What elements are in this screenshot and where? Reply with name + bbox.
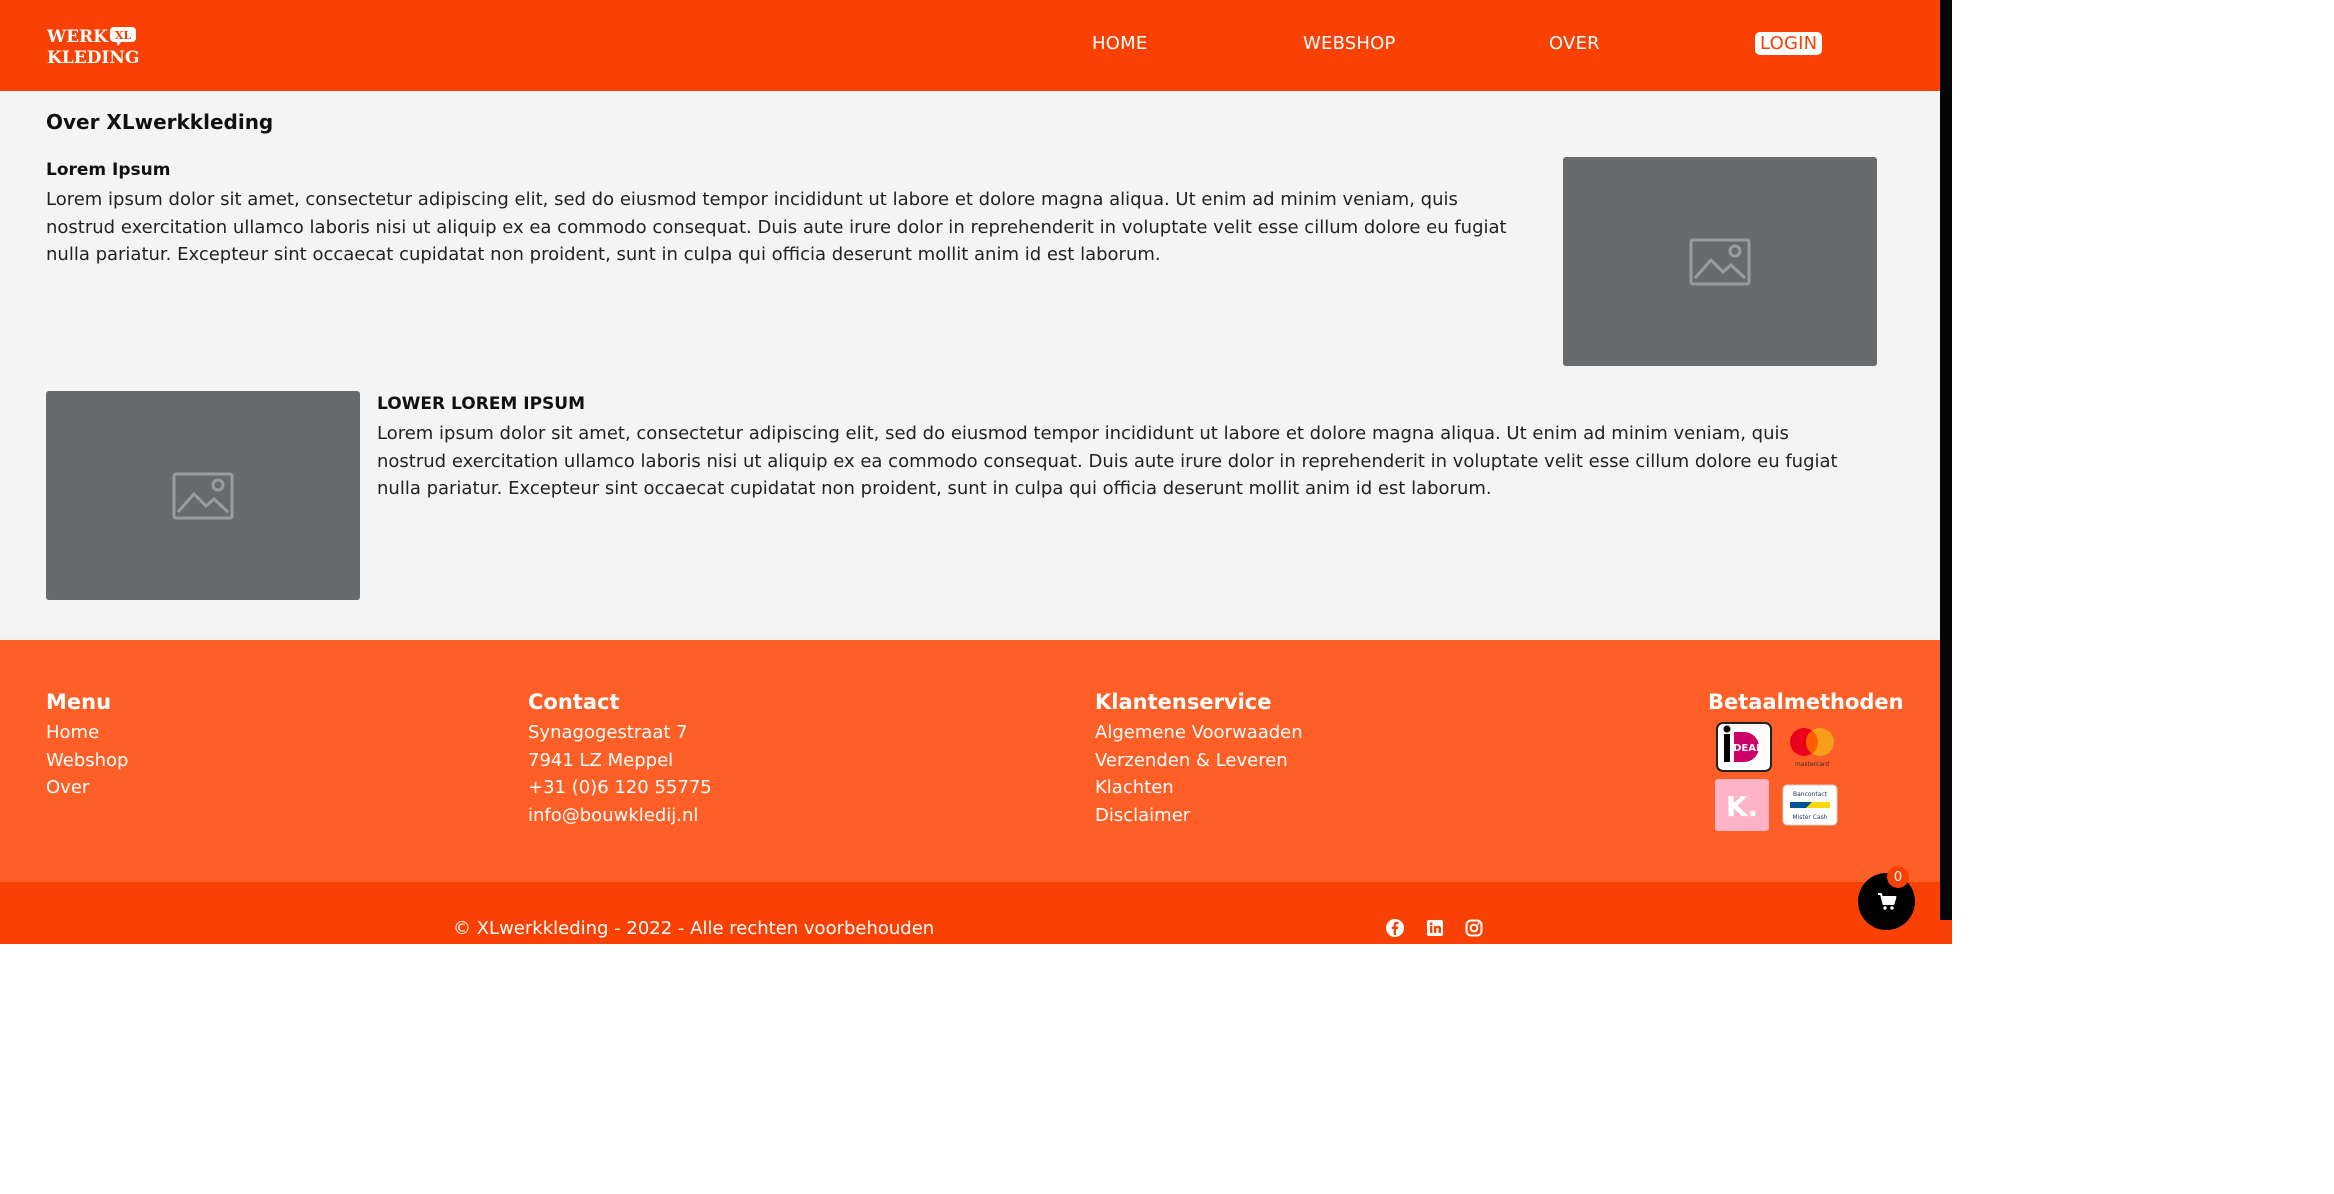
contact-email[interactable]: info@bouwkledij.nl [528,802,712,830]
footer-link-webshop[interactable]: Webshop [46,747,128,775]
image-placeholder-icon [172,472,234,519]
section-text: Lorem ipsum dolor sit amet, consectetur … [377,423,1838,499]
footer-menu-heading: Menu [46,690,112,714]
nav-over[interactable]: OVER [1549,33,1600,54]
section-heading: Lorem Ipsum [46,160,171,180]
contact-address: Synagogestraat 7 [528,722,688,743]
content-section-upper: Lorem Ipsum Lorem ipsum dolor sit amet, … [46,160,1526,269]
footer-contact: Contact Synagogestraat 7 7941 LZ Meppel … [528,690,712,829]
page: WERK XL KLEDING HOME WEBSHOP OVER LOGIN … [0,0,1940,944]
main-nav: HOME WEBSHOP OVER LOGIN [0,0,1940,91]
payment-logos: iDEAL mastercard K. Bancontact Mister Ca… [1712,722,1842,832]
site-header: WERK XL KLEDING HOME WEBSHOP OVER LOGIN [0,0,1940,91]
bottom-bar [0,882,1940,944]
footer-link-klachten[interactable]: Klachten [1095,774,1303,802]
klarna-logo-text: K. [1726,790,1758,823]
login-button[interactable]: LOGIN [1755,32,1823,55]
instagram-icon[interactable] [1464,918,1484,938]
footer-betaalmethoden-heading: Betaalmethoden [1708,690,1904,714]
ideal-logo-text: iDEAL [1730,743,1763,754]
window-edge-bottom [1940,920,1952,944]
facebook-icon[interactable] [1385,918,1405,938]
footer-menu: Menu Home Webshop Over [46,690,128,802]
image-placeholder-icon [1689,238,1751,285]
mistercash-logo-text: Mister Cash [1792,814,1827,821]
content-section-lower: LOWER LOREM IPSUM Lorem ipsum dolor sit … [377,394,1857,503]
footer-link-voorwaarden[interactable]: Algemene Voorwaaden [1095,719,1303,747]
footer-link-verzenden[interactable]: Verzenden & Leveren [1095,747,1303,775]
nav-webshop[interactable]: WEBSHOP [1303,33,1396,54]
image-placeholder [46,391,360,600]
footer-klantenservice: Klantenservice Algemene Voorwaaden Verze… [1095,690,1303,829]
site-footer: Menu Home Webshop Over Contact Synagoges… [0,640,1940,882]
linkedin-icon[interactable] [1425,918,1445,938]
footer-link-home[interactable]: Home [46,719,128,747]
contact-city: 7941 LZ Meppel [528,749,674,771]
image-placeholder [1563,157,1877,366]
bancontact-logo-text: Bancontact [1793,791,1828,798]
section-text: Lorem ipsum dolor sit amet, consectetur … [46,189,1507,265]
ideal-logo: iDEAL [1716,722,1772,772]
mastercard-logo: mastercard [1790,728,1834,768]
bancontact-logo: Bancontact Mister Cash [1782,784,1838,826]
mastercard-logo-text: mastercard [1795,761,1829,768]
cart-count-badge: 0 [1887,866,1909,888]
footer-link-disclaimer[interactable]: Disclaimer [1095,802,1303,830]
nav-home[interactable]: HOME [1092,33,1147,54]
copyright-text: © XLwerkkleding - 2022 - Alle rechten vo… [453,918,935,939]
footer-klantenservice-heading: Klantenservice [1095,690,1272,714]
klarna-logo: K. [1715,779,1769,831]
section-heading: LOWER LOREM IPSUM [377,394,586,414]
window-edge [1940,0,1952,920]
contact-phone[interactable]: +31 (0)6 120 55775 [528,774,712,802]
cart-icon [1877,892,1896,910]
footer-betaalmethoden: Betaalmethoden [1708,690,1904,719]
footer-link-over[interactable]: Over [46,774,128,802]
footer-contact-heading: Contact [528,690,620,714]
browser-viewport: WERK XL KLEDING HOME WEBSHOP OVER LOGIN … [0,0,1952,944]
page-title: Over XLwerkkleding [46,110,274,134]
